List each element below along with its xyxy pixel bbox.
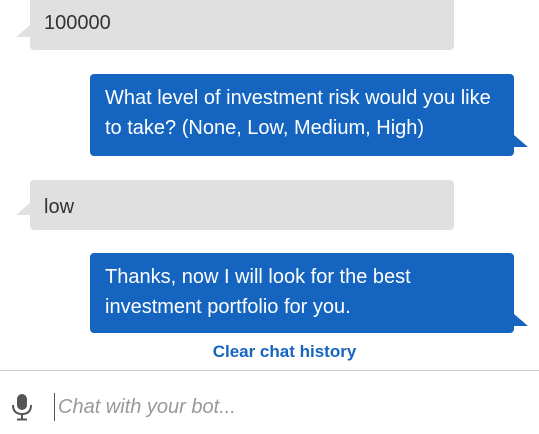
user-bubble-tail [16,25,30,37]
clear-chat-history-link[interactable]: Clear chat history [0,342,539,362]
bot-bubble-tail [514,135,528,147]
user-message-1: 100000 [30,0,454,50]
chat-input-bar [0,371,539,434]
microphone-icon[interactable] [10,393,34,421]
chat-window: 100000 What level of investment risk wou… [0,0,539,434]
user-bubble-tail [16,203,30,215]
user-message-2: low [30,180,454,230]
bot-message-2: Thanks, now I will look for the best inv… [90,253,514,333]
bot-message-1: What level of investment risk would you … [90,74,514,156]
chat-input[interactable] [54,393,524,421]
bot-bubble-tail [514,314,528,326]
